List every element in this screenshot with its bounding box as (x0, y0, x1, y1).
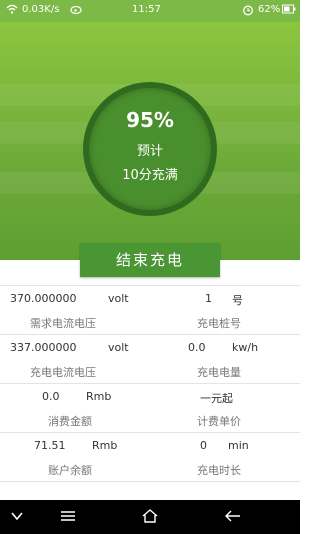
charge-duration-unit: min (228, 439, 249, 452)
demand-voltage-value: 370.000000 (10, 292, 77, 305)
battery-percent: 62% (258, 4, 281, 15)
charge-voltage-unit: volt (108, 341, 129, 354)
unit-price-value: 一元起 (200, 392, 233, 405)
info-row: 71.51 Rmb 账户余额 0 min 充电时长 (0, 433, 300, 482)
weibo-icon (70, 4, 82, 17)
remaining-time: 10分充满 (122, 168, 178, 183)
chevron-down-icon[interactable] (10, 508, 24, 527)
home-icon[interactable] (142, 508, 158, 527)
status-bar: 0.03K/s 11:57 62% (0, 0, 300, 22)
end-charging-button[interactable]: 结束充电 (80, 243, 220, 277)
info-row: 0.0 Rmb 消费金额 一元起 计费单价 (0, 384, 300, 433)
demand-voltage-label: 需求电流电压 (30, 317, 96, 330)
back-icon[interactable] (225, 508, 241, 527)
charge-energy-label: 充电电量 (197, 366, 241, 379)
clock-time: 11:57 (132, 4, 161, 15)
menu-icon[interactable] (60, 508, 76, 527)
charge-voltage-label: 充电电流电压 (30, 366, 96, 379)
cost-amount-value: 0.0 (42, 390, 60, 403)
charging-hero: 95% 预计 10分充满 (0, 22, 300, 260)
demand-voltage-unit: volt (108, 292, 129, 305)
pile-number-label: 充电桩号 (197, 317, 241, 330)
system-nav-bar (0, 500, 300, 534)
battery-icon (282, 4, 296, 17)
info-row: 370.000000 volt 需求电流电压 1 号 充电桩号 (0, 286, 300, 335)
account-balance-unit: Rmb (92, 439, 118, 452)
alarm-icon (242, 4, 254, 19)
cost-amount-label: 消费金额 (48, 415, 92, 428)
charge-duration-value: 0 (200, 439, 207, 452)
info-row: 337.000000 volt 充电电流电压 0.0 kw/h 充电电量 (0, 335, 300, 384)
pile-number-unit: 号 (232, 294, 243, 307)
charge-voltage-value: 337.000000 (10, 341, 77, 354)
charge-progress-circle: 95% 预计 10分充满 (83, 82, 217, 216)
charge-energy-value: 0.0 (188, 341, 206, 354)
unit-price-label: 计费单价 (197, 415, 241, 428)
estimate-label: 预计 (136, 144, 163, 159)
charging-info-table: 370.000000 volt 需求电流电压 1 号 充电桩号 337.0000… (0, 285, 300, 482)
cost-amount-unit: Rmb (86, 390, 112, 403)
charge-duration-label: 充电时长 (197, 464, 241, 477)
account-balance-value: 71.51 (34, 439, 66, 452)
network-speed: 0.03K/s (22, 4, 60, 15)
charge-percent: 95% (126, 108, 174, 132)
account-balance-label: 账户余额 (48, 464, 92, 477)
wifi-icon (6, 4, 18, 17)
pile-number-value: 1 (205, 292, 212, 305)
charge-energy-unit: kw/h (232, 341, 259, 354)
